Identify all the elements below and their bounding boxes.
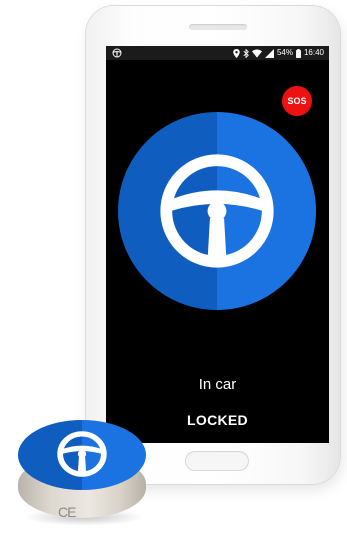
steering-wheel-icon (160, 154, 274, 268)
bluetooth-icon (243, 48, 249, 58)
steering-wheel-icon (57, 431, 107, 477)
mode-button[interactable] (118, 112, 316, 310)
status-bar: 54% 16:40 (106, 46, 329, 60)
steering-wheel-icon (112, 48, 122, 58)
battery-icon (296, 48, 301, 58)
hardware-button-device: CE (18, 420, 146, 528)
home-button[interactable] (185, 451, 249, 471)
mode-label: In car (198, 376, 237, 393)
ce-mark: CE (58, 504, 76, 520)
wifi-icon (251, 48, 262, 58)
clock: 16:40 (303, 48, 324, 57)
product-shot: 54% 16:40 SOS In car LOCKED CE (0, 0, 347, 533)
app-screen: 54% 16:40 SOS In car LOCKED (106, 46, 329, 443)
battery-percent: 54% (276, 48, 293, 57)
phone-speaker (189, 24, 247, 30)
location-pin-icon (233, 48, 240, 58)
status-icons: 54% 16:40 (233, 46, 324, 60)
cellular-signal-icon (264, 48, 274, 58)
